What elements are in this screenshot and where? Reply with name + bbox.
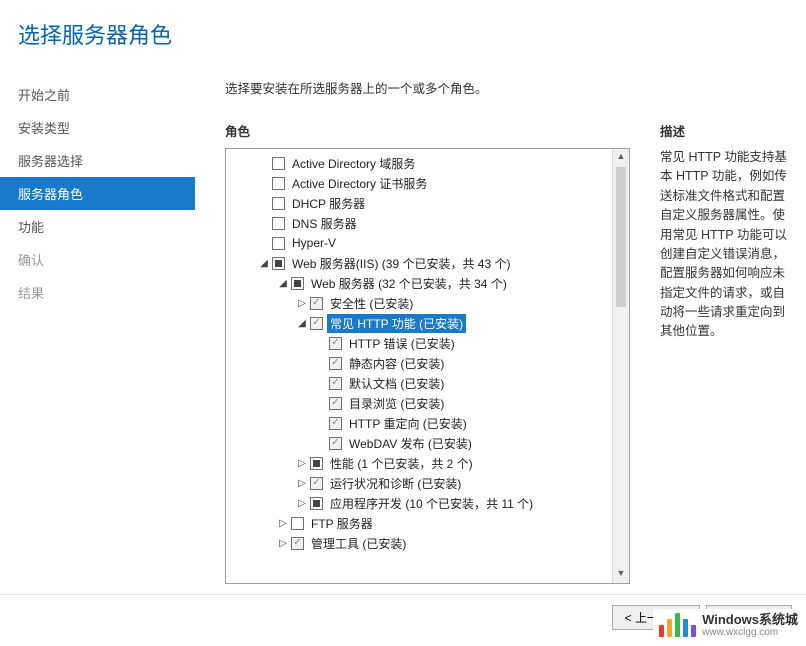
description-text: 常见 HTTP 功能支持基本 HTTP 功能，例如传送标准文件格式和配置自定义服… — [660, 148, 792, 342]
tree-node[interactable]: 目录浏览 (已安装) — [226, 393, 612, 413]
watermark-bar — [667, 619, 672, 637]
sidebar-item-4[interactable]: 功能 — [0, 210, 195, 243]
tree-node[interactable]: DHCP 服务器 — [226, 193, 612, 213]
tree-node-label[interactable]: Hyper-V — [289, 235, 339, 251]
watermark-bar — [683, 619, 688, 637]
tree-node[interactable]: ▷ 性能 (1 个已安装，共 2 个) — [226, 453, 612, 473]
checkbox[interactable] — [310, 477, 323, 490]
collapse-icon[interactable]: ◢ — [296, 318, 308, 329]
checkbox[interactable] — [272, 217, 285, 230]
tree-node-label[interactable]: HTTP 错误 (已安装) — [346, 334, 458, 353]
tree-node-label[interactable]: 管理工具 (已安装) — [308, 534, 409, 553]
sidebar-item-2[interactable]: 服务器选择 — [0, 144, 195, 177]
sidebar-item-1[interactable]: 安装类型 — [0, 111, 195, 144]
tree-node-label[interactable]: Web 服务器 (32 个已安装，共 34 个) — [308, 274, 510, 293]
scroll-down-icon[interactable]: ▼ — [613, 566, 629, 583]
tree-node-label[interactable]: Web 服务器(IIS) (39 个已安装，共 43 个) — [289, 254, 513, 273]
checkbox[interactable] — [291, 277, 304, 290]
tree-scrollbar[interactable]: ▲ ▼ — [612, 149, 629, 583]
tree-node-label[interactable]: FTP 服务器 — [308, 514, 376, 533]
tree-node-label[interactable]: 性能 (1 个已安装，共 2 个) — [327, 454, 476, 473]
checkbox[interactable] — [329, 417, 342, 430]
tree-node-label[interactable]: Active Directory 域服务 — [289, 154, 418, 173]
checkbox[interactable] — [310, 497, 323, 510]
sidebar-item-6: 结果 — [0, 276, 195, 309]
checkbox[interactable] — [310, 297, 323, 310]
checkbox[interactable] — [272, 257, 285, 270]
checkbox[interactable] — [291, 537, 304, 550]
tree-node[interactable]: Active Directory 域服务 — [226, 153, 612, 173]
scroll-thumb[interactable] — [616, 167, 626, 307]
sidebar-item-0[interactable]: 开始之前 — [0, 78, 195, 111]
checkbox[interactable] — [329, 337, 342, 350]
tree-node-label[interactable]: HTTP 重定向 (已安装) — [346, 414, 470, 433]
watermark-bar — [659, 625, 664, 637]
checkbox[interactable] — [272, 177, 285, 190]
tree-node[interactable]: ▷ 运行状况和诊断 (已安装) — [226, 473, 612, 493]
checkbox[interactable] — [272, 197, 285, 210]
tree-node-label[interactable]: 默认文档 (已安装) — [346, 374, 447, 393]
tree-node-label[interactable]: 安全性 (已安装) — [327, 294, 416, 313]
tree-node[interactable]: HTTP 错误 (已安装) — [226, 333, 612, 353]
collapse-icon[interactable]: ◢ — [258, 258, 270, 269]
roles-tree[interactable]: Active Directory 域服务Active Directory 证书服… — [225, 148, 630, 584]
tree-node[interactable]: WebDAV 发布 (已安装) — [226, 433, 612, 453]
expand-icon[interactable]: ▷ — [296, 498, 308, 509]
expand-icon[interactable]: ▷ — [296, 478, 308, 489]
tree-node[interactable]: Hyper-V — [226, 233, 612, 253]
collapse-icon[interactable]: ◢ — [277, 278, 289, 289]
tree-node[interactable]: ▷ 安全性 (已安装) — [226, 293, 612, 313]
description-header: 描述 — [660, 121, 792, 140]
watermark-bar — [691, 625, 696, 637]
tree-node[interactable]: ◢ 常见 HTTP 功能 (已安装) — [226, 313, 612, 333]
checkbox[interactable] — [329, 397, 342, 410]
tree-node-label[interactable]: 目录浏览 (已安装) — [346, 394, 447, 413]
watermark-url: www.wxclgg.com — [702, 627, 798, 638]
checkbox[interactable] — [272, 237, 285, 250]
checkbox[interactable] — [329, 357, 342, 370]
expand-icon[interactable]: ▷ — [277, 518, 289, 529]
checkbox[interactable] — [291, 517, 304, 530]
tree-node-label[interactable]: 常见 HTTP 功能 (已安装) — [327, 314, 466, 333]
instruction-text: 选择要安装在所选服务器上的一个或多个角色。 — [225, 78, 792, 97]
tree-node[interactable]: 默认文档 (已安装) — [226, 373, 612, 393]
tree-node-label[interactable]: 应用程序开发 (10 个已安装，共 11 个) — [327, 494, 536, 513]
watermark: Windows系统城 www.wxclgg.com — [653, 609, 804, 642]
roles-header: 角色 — [225, 121, 630, 140]
expand-icon[interactable]: ▷ — [296, 298, 308, 309]
tree-node-label[interactable]: DNS 服务器 — [289, 214, 360, 233]
tree-node-label[interactable]: WebDAV 发布 (已安装) — [346, 434, 475, 453]
checkbox[interactable] — [310, 317, 323, 330]
tree-node-label[interactable]: Active Directory 证书服务 — [289, 174, 430, 193]
tree-node[interactable]: 静态内容 (已安装) — [226, 353, 612, 373]
tree-node-label[interactable]: 运行状况和诊断 (已安装) — [327, 474, 464, 493]
expand-icon[interactable]: ▷ — [296, 458, 308, 469]
tree-node[interactable]: ▷ 管理工具 (已安装) — [226, 533, 612, 553]
tree-node[interactable]: ◢ Web 服务器(IIS) (39 个已安装，共 43 个) — [226, 253, 612, 273]
tree-node[interactable]: ▷ 应用程序开发 (10 个已安装，共 11 个) — [226, 493, 612, 513]
checkbox[interactable] — [329, 377, 342, 390]
wizard-sidebar: 开始之前安装类型服务器选择服务器角色功能确认结果 — [0, 78, 195, 584]
checkbox[interactable] — [310, 457, 323, 470]
expand-icon[interactable]: ▷ — [277, 538, 289, 549]
watermark-bar — [675, 613, 680, 637]
checkbox[interactable] — [329, 437, 342, 450]
scroll-up-icon[interactable]: ▲ — [613, 149, 629, 166]
checkbox[interactable] — [272, 157, 285, 170]
tree-node[interactable]: DNS 服务器 — [226, 213, 612, 233]
tree-node[interactable]: HTTP 重定向 (已安装) — [226, 413, 612, 433]
sidebar-item-5: 确认 — [0, 243, 195, 276]
watermark-title: Windows系统城 — [702, 613, 798, 627]
sidebar-item-3[interactable]: 服务器角色 — [0, 177, 195, 210]
page-title: 选择服务器角色 — [18, 18, 806, 50]
tree-node[interactable]: Active Directory 证书服务 — [226, 173, 612, 193]
tree-node-label[interactable]: DHCP 服务器 — [289, 194, 368, 213]
tree-node-label[interactable]: 静态内容 (已安装) — [346, 354, 447, 373]
tree-node[interactable]: ◢ Web 服务器 (32 个已安装，共 34 个) — [226, 273, 612, 293]
tree-node[interactable]: ▷ FTP 服务器 — [226, 513, 612, 533]
